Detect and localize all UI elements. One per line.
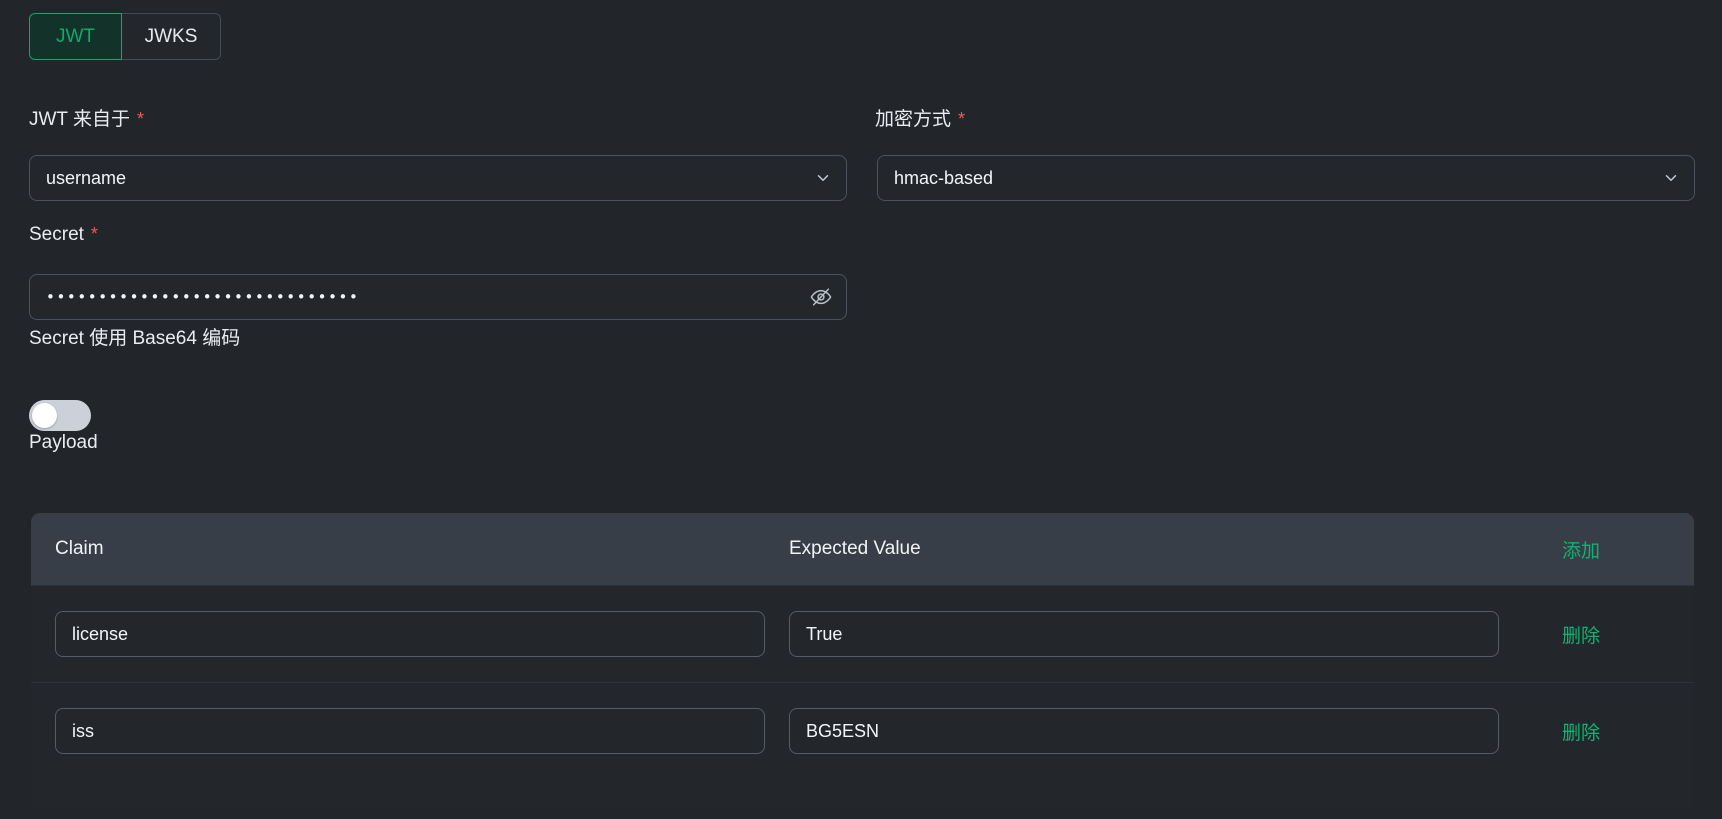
delete-row-button[interactable]: 删除 <box>1562 723 1600 744</box>
secret-masked-value: •••••••••••••••••••••••••••••• <box>46 288 360 306</box>
table-row: iss BG5ESN 删除 <box>31 682 1694 779</box>
expected-value-input[interactable]: BG5ESN <box>789 708 1499 754</box>
encryption-value: hmac-based <box>894 167 994 188</box>
add-row-cell: 添加 <box>1554 536 1694 563</box>
payload-table: Claim Expected Value 添加 license True 删除 … <box>31 513 1694 809</box>
eye-off-icon[interactable] <box>810 286 832 308</box>
secret-label-text: Secret <box>29 224 84 245</box>
base64-toggle[interactable] <box>29 400 91 431</box>
payload-table-header: Claim Expected Value 添加 <box>31 513 1694 585</box>
table-row: license True 删除 <box>31 585 1694 682</box>
column-header-expected-value: Expected Value <box>789 538 921 559</box>
expected-value-input[interactable]: True <box>789 611 1499 657</box>
claim-input[interactable]: iss <box>55 708 765 754</box>
encryption-required-asterisk: * <box>958 109 966 129</box>
claim-cell: iss <box>55 708 789 754</box>
claim-input[interactable]: license <box>55 611 765 657</box>
jwt-source-label: JWT 来自于 * <box>29 104 144 131</box>
tab-jwks-label: JWKS <box>144 25 198 47</box>
jwt-source-select[interactable]: username <box>29 155 847 201</box>
tab-jwt[interactable]: JWT <box>29 13 122 60</box>
tab-jwks[interactable]: JWKS <box>122 13 221 60</box>
tab-jwt-label: JWT <box>55 25 96 47</box>
secret-label: Secret * <box>29 224 98 246</box>
claim-cell: license <box>55 611 789 657</box>
encryption-label: 加密方式 * <box>875 104 965 131</box>
table-footer-spacer <box>31 779 1694 809</box>
jwt-source-required-asterisk: * <box>136 109 144 129</box>
secret-input[interactable]: •••••••••••••••••••••••••••••• <box>29 274 847 320</box>
encryption-label-text: 加密方式 <box>875 109 952 130</box>
chevron-down-icon <box>814 169 832 187</box>
add-claim-button[interactable]: 添加 <box>1562 541 1600 562</box>
row-action-cell: 删除 <box>1554 718 1694 745</box>
expected-value-cell: True <box>789 611 1554 657</box>
base64-toggle-label: Secret 使用 Base64 编码 <box>29 328 241 349</box>
encryption-select[interactable]: hmac-based <box>877 155 1695 201</box>
jwt-source-value: username <box>46 167 127 188</box>
toggle-knob <box>32 403 57 428</box>
secret-required-asterisk: * <box>90 224 98 244</box>
auth-mode-tabs: JWT JWKS <box>29 13 221 60</box>
delete-row-button[interactable]: 删除 <box>1562 626 1600 647</box>
jwt-config-page: JWT JWKS JWT 来自于 * username 加密方式 * hmac-ba… <box>0 0 1722 819</box>
column-header-claim: Claim <box>55 538 104 559</box>
row-action-cell: 删除 <box>1554 621 1694 648</box>
chevron-down-icon <box>1662 169 1680 187</box>
jwt-source-label-text: JWT 来自于 <box>29 109 130 130</box>
expected-value-cell: BG5ESN <box>789 708 1554 754</box>
payload-section-label: Payload <box>29 432 98 453</box>
